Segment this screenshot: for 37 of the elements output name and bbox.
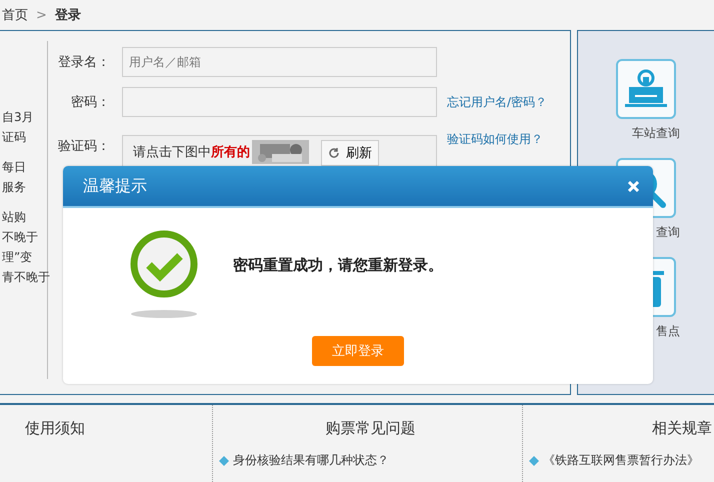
input-field[interactable]: 用户名／邮箱 xyxy=(122,47,437,77)
notice-text: 证码 xyxy=(2,129,27,146)
input-field[interactable] xyxy=(122,87,437,117)
notice-text: 自3月 xyxy=(2,109,35,126)
dialog-message: 密码重置成功，请您重新登录。 xyxy=(233,256,443,275)
captcha-help-link[interactable]: 验证码如何使用？ xyxy=(447,131,543,148)
station-building-icon xyxy=(625,69,667,109)
breadcrumb-separator: > xyxy=(36,8,47,22)
diamond-bullet-icon xyxy=(529,456,539,466)
sidebar-label[interactable]: 查询 xyxy=(656,224,680,241)
close-icon[interactable] xyxy=(628,180,639,192)
notice-text: 站购 xyxy=(2,209,27,226)
footer-heading: 相关规章 xyxy=(652,419,712,438)
breadcrumb-item[interactable]: 首页 xyxy=(2,6,28,24)
sidebar-label[interactable]: 车站查询 xyxy=(632,125,680,142)
footer-heading: 使用须知 xyxy=(25,419,86,438)
sidebar-label[interactable]: 售点 xyxy=(656,323,680,340)
field-label: 密码： xyxy=(70,94,110,111)
notice-text: 青不晚于 xyxy=(2,269,47,286)
field-label: 验证码： xyxy=(57,138,110,155)
sidebar-tile[interactable] xyxy=(616,59,676,119)
dialog-title: 温馨提示 xyxy=(83,176,147,196)
footer-link[interactable]: 身份核验结果有哪几种状态？ xyxy=(219,452,389,469)
footer-link[interactable]: 《铁路互联网售票暂行办法》 xyxy=(529,452,699,469)
diamond-bullet-icon xyxy=(219,456,229,466)
notice-text: 理”变 xyxy=(2,249,34,266)
captcha-prompt: 请点击下图中所有的 xyxy=(133,144,250,161)
notice-text: 每日 xyxy=(2,159,27,176)
refresh-icon xyxy=(328,147,340,159)
refresh-button[interactable]: 刷新 xyxy=(321,140,379,166)
check-circle-icon xyxy=(129,228,199,320)
breadcrumb-item: 登录 xyxy=(54,7,81,24)
forgot-link[interactable]: 忘记用户名/密码？ xyxy=(447,94,548,110)
field-label: 登录名： xyxy=(57,54,110,71)
notice-text: 服务 xyxy=(2,179,27,196)
notice-text: 不晚于 xyxy=(2,229,39,246)
footer-heading: 购票常见问题 xyxy=(326,419,416,438)
